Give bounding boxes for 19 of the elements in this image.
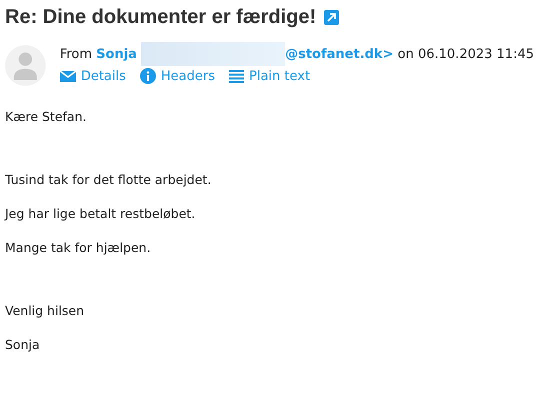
body-paragraph: Sonja	[5, 337, 41, 352]
envelope-icon	[60, 70, 76, 82]
action-link[interactable]: Plain text	[229, 68, 310, 84]
action-link[interactable]: Headers	[140, 68, 215, 84]
from-label: From	[60, 46, 92, 62]
message-date: 06.10.2023 11:45	[418, 46, 534, 62]
body-paragraph: Kære Stefan.	[5, 109, 88, 124]
action-link[interactable]: Details	[60, 68, 126, 84]
body-paragraph: Venlig hilsen	[5, 303, 86, 318]
external-link-icon[interactable]	[324, 10, 340, 25]
body-paragraph: Tusind tak for det flotte arbejdet.	[5, 172, 212, 187]
list-icon	[229, 70, 244, 82]
body-paragraph: Mange tak for hjælpen.	[5, 240, 152, 255]
sender-email[interactable]: @stofanet.dk>	[285, 46, 394, 62]
subject-title: Re: Dine dokumenter er færdige!	[5, 6, 316, 29]
date-prefix: on	[398, 46, 414, 62]
body-paragraph: Jeg har lige betalt restbeløbet.	[5, 206, 196, 221]
sender-name[interactable]: Sonja	[96, 46, 137, 62]
info-icon	[140, 68, 156, 84]
